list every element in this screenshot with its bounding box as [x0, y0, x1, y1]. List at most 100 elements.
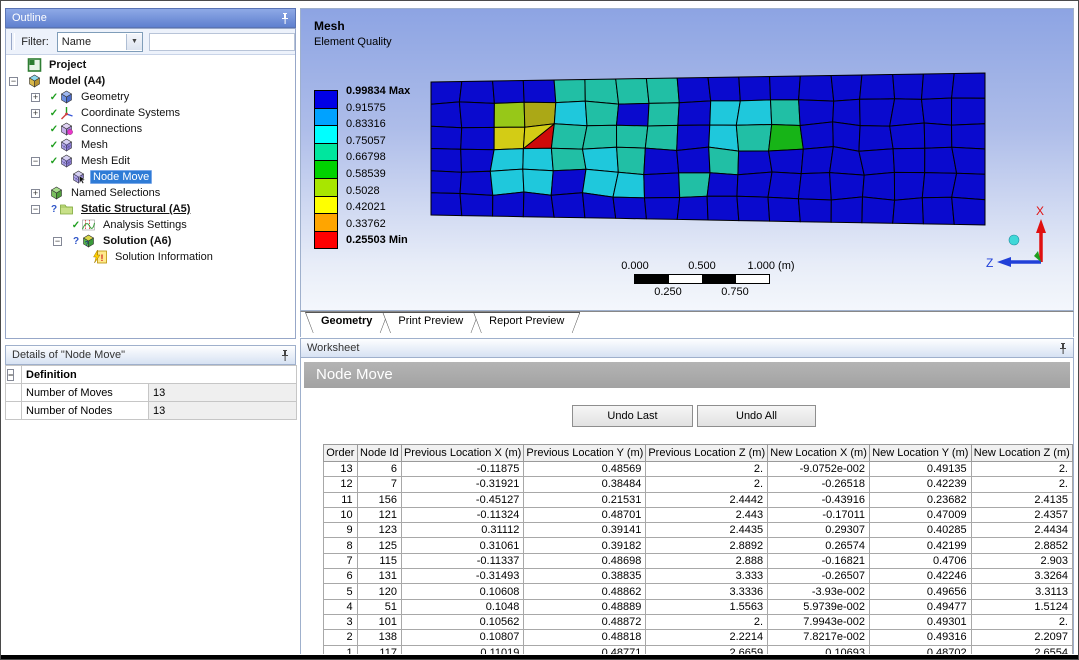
tree-item-connections[interactable]: ✓Connections [6, 121, 295, 137]
table-column-header[interactable]: Previous Location Z (m) [646, 445, 768, 462]
collapse-icon[interactable]: − [9, 77, 18, 86]
mesh-canvas[interactable] [301, 9, 1074, 311]
tree-item-named-selections[interactable]: +Named Selections [6, 185, 295, 201]
table-column-header[interactable]: Previous Location X (m) [401, 445, 523, 462]
details-property-value[interactable]: 13 [149, 384, 297, 402]
table-cell: -0.31921 [401, 477, 523, 492]
tree-item-mesh-edit[interactable]: −✓Mesh Edit [6, 153, 295, 169]
outline-panel-body: Filter: Name ▼ Project−Model (A4)+✓Geome… [5, 28, 296, 339]
table-cell: 2.6554 [971, 645, 1072, 654]
tree-item-geometry[interactable]: +✓Geometry [6, 89, 295, 105]
table-column-header[interactable]: Node Id [357, 445, 401, 462]
tree-item-solution-a6[interactable]: −??Solution (A6) [6, 233, 295, 249]
table-cell: 0.23682 [870, 492, 972, 507]
toolbar-grip[interactable] [11, 33, 15, 50]
checkmark-icon: ✓ [49, 156, 59, 167]
table-row[interactable]: 4510.10480.488891.55635.9739e-0020.49477… [324, 599, 1073, 614]
table-row[interactable]: 6131-0.314930.388353.333-0.265070.422463… [324, 569, 1073, 584]
table-cell: 0.48569 [524, 462, 646, 477]
details-property-value[interactable]: 13 [149, 402, 297, 420]
table-cell: 7 [357, 477, 401, 492]
checkmark-icon: ✓ [49, 92, 59, 103]
table-cell: 0.48818 [524, 630, 646, 645]
tree-item-label: Solution (A6) [100, 235, 174, 247]
filter-input[interactable] [149, 33, 295, 51]
table-column-header[interactable]: New Location Z (m) [971, 445, 1072, 462]
table-column-header[interactable]: New Location X (m) [768, 445, 870, 462]
details-group-row[interactable]: − Definition [6, 366, 297, 384]
chevron-down-icon[interactable]: ▼ [126, 34, 142, 50]
tree-item-analysis-settings[interactable]: ✓Analysis Settings [6, 217, 295, 233]
undo-last-button[interactable]: Undo Last [572, 405, 693, 427]
table-cell: -0.31493 [401, 569, 523, 584]
tree-item-coordinate-systems[interactable]: +✓Coordinate Systems [6, 105, 295, 121]
tree-item-static-structural-a5[interactable]: −?Static Structural (A5) [6, 201, 295, 217]
table-row[interactable]: 91230.311120.391412.44350.293070.402852.… [324, 523, 1073, 538]
table-column-header[interactable]: Order [324, 445, 358, 462]
table-row[interactable]: 21380.108070.488182.22147.8217e-0020.493… [324, 630, 1073, 645]
collapse-icon[interactable]: − [31, 157, 40, 166]
table-cell: 0.38835 [524, 569, 646, 584]
mesh-icon [59, 138, 74, 152]
table-cell: 2.903 [971, 553, 1072, 568]
collapse-icon[interactable]: − [31, 205, 40, 214]
table-cell: 9 [324, 523, 358, 538]
checkmark-icon: ✓ [49, 140, 59, 151]
collapse-icon[interactable]: − [53, 237, 62, 246]
expand-icon[interactable]: + [31, 109, 40, 118]
table-row[interactable]: 127-0.319210.384842.-0.265180.422392. [324, 477, 1073, 492]
legend-value-label: 0.66798 [346, 151, 386, 163]
table-row[interactable]: 11156-0.451270.215312.4442-0.439160.2368… [324, 492, 1073, 507]
table-column-header[interactable]: Previous Location Y (m) [524, 445, 646, 462]
table-cell: 10 [324, 507, 358, 522]
details-property-name: Number of Moves [22, 384, 149, 402]
table-row[interactable]: 136-0.118750.485692.-9.0752e-0020.491352… [324, 462, 1073, 477]
table-cell: 0.21531 [524, 492, 646, 507]
svg-text:?: ? [85, 241, 89, 248]
analysis-settings-icon [81, 218, 96, 232]
collapse-icon[interactable]: − [7, 369, 14, 381]
table-row[interactable]: 31010.105620.488722.7.9943e-0020.493012. [324, 614, 1073, 629]
worksheet-panel-title: Worksheet [300, 338, 1074, 358]
table-row[interactable]: 10121-0.113240.487012.443-0.170110.47009… [324, 507, 1073, 522]
table-row[interactable]: 51200.106080.488623.3336-3.93e-0020.4965… [324, 584, 1073, 599]
table-cell: 11 [324, 492, 358, 507]
pin-icon[interactable] [1057, 342, 1069, 355]
tree-item-model-a4[interactable]: −Model (A4) [6, 73, 295, 89]
tree-item-node-move[interactable]: Node Move [6, 169, 295, 185]
coordinate-systems-icon [59, 106, 74, 120]
table-cell: 0.48862 [524, 584, 646, 599]
expand-icon[interactable]: + [31, 189, 40, 198]
table-cell: 2. [971, 614, 1072, 629]
table-cell: 0.49656 [870, 584, 972, 599]
table-cell: 0.29307 [768, 523, 870, 538]
annotation-subtitle: Element Quality [314, 36, 392, 48]
tab-geometry[interactable]: Geometry [305, 312, 388, 333]
pin-icon[interactable] [279, 349, 291, 362]
outline-tree: Project−Model (A4)+✓Geometry+✓Coordinate… [6, 54, 295, 338]
filter-dropdown[interactable]: Name ▼ [57, 32, 143, 52]
pin-icon[interactable] [279, 12, 291, 25]
tab-report-preview[interactable]: Report Preview [473, 312, 580, 333]
table-row[interactable]: 7115-0.113370.486982.888-0.168210.47062.… [324, 553, 1073, 568]
tab-print-preview[interactable]: Print Preview [382, 312, 479, 333]
table-cell: 0.10693 [768, 645, 870, 654]
tree-item-mesh[interactable]: ✓ Mesh [6, 137, 295, 153]
tree-item-solution-information[interactable]: !Solution Information [6, 249, 295, 265]
table-row[interactable]: 81250.310610.391822.88920.265740.421992.… [324, 538, 1073, 553]
tree-item-label: Mesh [78, 139, 111, 151]
filter-dropdown-value: Name [58, 36, 126, 48]
tree-item-label: Project [46, 59, 89, 71]
expand-icon[interactable]: + [31, 93, 40, 102]
table-cell: -0.17011 [768, 507, 870, 522]
table-row[interactable]: 11170.110190.487712.66590.106930.487022.… [324, 645, 1073, 654]
undo-all-button[interactable]: Undo All [697, 405, 816, 427]
table-cell: 0.49135 [870, 462, 972, 477]
table-cell: 115 [357, 553, 401, 568]
table-cell: 0.4706 [870, 553, 972, 568]
tree-item-project[interactable]: Project [6, 57, 295, 73]
geometry-viewport[interactable]: Mesh Element Quality 0.99834 Max0.915750… [300, 8, 1074, 311]
table-cell: 3.3113 [971, 584, 1072, 599]
table-cell: 3.3264 [971, 569, 1072, 584]
table-column-header[interactable]: New Location Y (m) [870, 445, 972, 462]
